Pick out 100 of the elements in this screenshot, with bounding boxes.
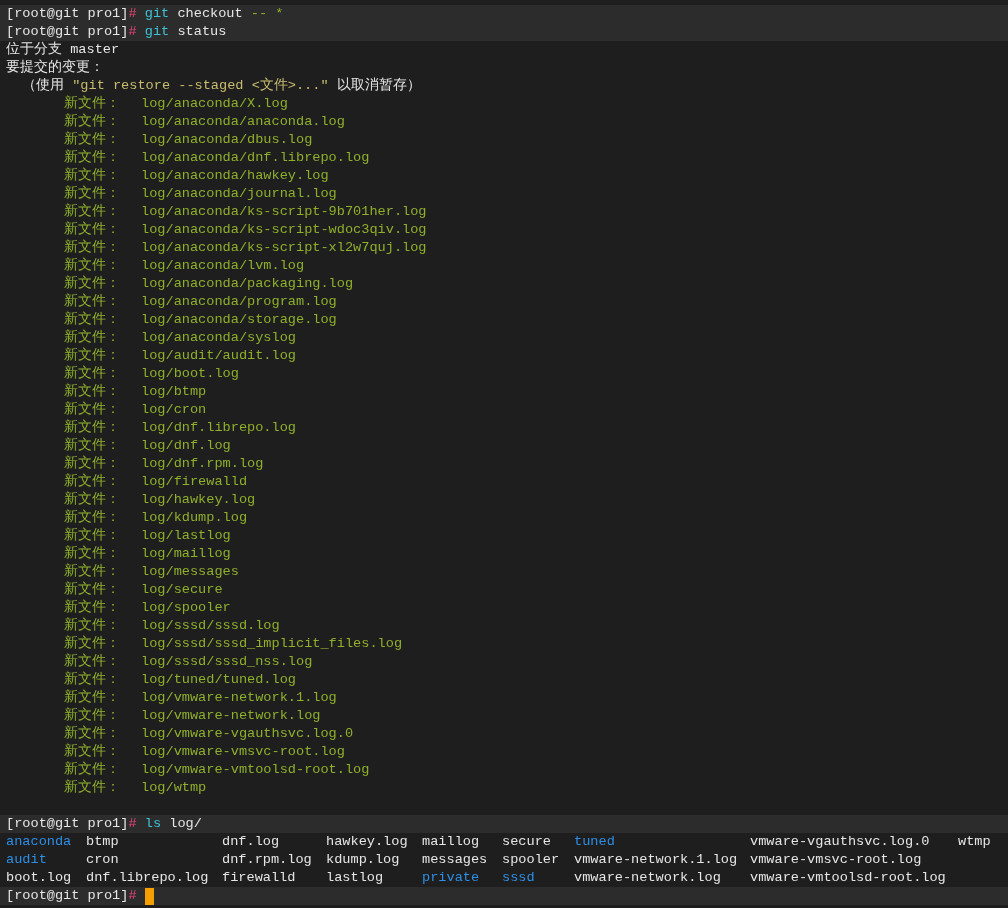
file-status-label: 新文件：	[64, 581, 121, 599]
file-path: log/audit/audit.log	[141, 347, 296, 365]
file-status-label: 新文件：	[64, 743, 121, 761]
file-status-label: 新文件：	[64, 401, 121, 419]
file-status-label: 新文件：	[64, 707, 121, 725]
directory-name: tuned	[574, 833, 615, 851]
file-name: dnf.librepo.log	[86, 869, 209, 887]
prompt-text: [root@git pro1]	[6, 5, 129, 23]
file-status-label: 新文件：	[64, 653, 121, 671]
file-status-label: 新文件：	[64, 527, 121, 545]
file-path: log/spooler	[141, 599, 231, 617]
file-name: maillog	[422, 833, 480, 851]
file-status-label: 新文件：	[64, 131, 121, 149]
file-status-label: 新文件：	[64, 617, 121, 635]
file-status-label: 新文件：	[64, 113, 121, 131]
file-path: log/anaconda/ks-script-xl2w7quj.log	[141, 239, 427, 257]
directory-name: audit	[6, 851, 47, 869]
prompt-symbol: #	[128, 5, 137, 23]
file-status-label: 新文件：	[64, 725, 121, 743]
command-argument: log/	[169, 815, 202, 833]
file-status-label: 新文件：	[64, 257, 121, 275]
file-name: messages	[422, 851, 488, 869]
file-path: log/vmware-network.log	[141, 707, 321, 725]
file-name: hawkey.log	[326, 833, 408, 851]
output-line: 要提交的变更：	[6, 59, 104, 77]
directory-name: anaconda	[6, 833, 72, 851]
file-status-label: 新文件：	[64, 437, 121, 455]
file-status-label: 新文件：	[64, 545, 121, 563]
file-path: log/vmware-vmsvc-root.log	[141, 743, 345, 761]
file-name: vmware-network.log	[574, 869, 721, 887]
file-path: log/anaconda/hawkey.log	[141, 167, 329, 185]
command-name: ls	[144, 815, 162, 833]
file-path: log/sssd/sssd.log	[141, 617, 280, 635]
command-argument: -- *	[250, 5, 284, 23]
file-name: spooler	[502, 851, 560, 869]
file-status-label: 新文件：	[64, 95, 121, 113]
file-name: dnf.rpm.log	[222, 851, 312, 869]
file-path: log/anaconda/program.log	[141, 293, 337, 311]
command-argument: status	[177, 23, 227, 41]
file-status-label: 新文件：	[64, 329, 121, 347]
file-path: log/vmware-vgauthsvc.log.0	[141, 725, 354, 743]
file-status-label: 新文件：	[64, 293, 121, 311]
file-path: log/messages	[141, 563, 239, 581]
prompt-symbol: #	[128, 887, 137, 905]
file-path: log/dnf.librepo.log	[141, 419, 296, 437]
file-path: log/anaconda/ks-script-wdoc3qiv.log	[141, 221, 427, 239]
file-path: log/anaconda/packaging.log	[141, 275, 354, 293]
command-argument: checkout	[177, 5, 243, 23]
hint-command: "git restore --staged <文件>..."	[72, 77, 329, 95]
file-status-label: 新文件：	[64, 167, 121, 185]
file-path: log/vmware-vmtoolsd-root.log	[141, 761, 370, 779]
file-status-label: 新文件：	[64, 203, 121, 221]
file-path: log/secure	[141, 581, 223, 599]
file-status-label: 新文件：	[64, 563, 121, 581]
file-path: log/maillog	[141, 545, 231, 563]
file-path: log/tuned/tuned.log	[141, 671, 296, 689]
file-name: kdump.log	[326, 851, 400, 869]
file-name: vmware-vmsvc-root.log	[750, 851, 922, 869]
file-name: vmware-vmtoolsd-root.log	[750, 869, 946, 887]
file-status-label: 新文件：	[64, 689, 121, 707]
file-status-label: 新文件：	[64, 779, 121, 797]
file-status-label: 新文件：	[64, 761, 121, 779]
file-status-label: 新文件：	[64, 599, 121, 617]
file-status-label: 新文件：	[64, 383, 121, 401]
file-name: boot.log	[6, 869, 72, 887]
file-path: log/boot.log	[141, 365, 239, 383]
file-path: log/anaconda/dnf.librepo.log	[141, 149, 370, 167]
file-status-label: 新文件：	[64, 149, 121, 167]
file-path: log/anaconda/X.log	[141, 95, 288, 113]
file-path: log/dnf.rpm.log	[141, 455, 264, 473]
prompt-symbol: #	[128, 23, 137, 41]
command-name: git	[144, 23, 170, 41]
file-path: log/sssd/sssd_nss.log	[141, 653, 313, 671]
file-name: cron	[86, 851, 119, 869]
file-name: dnf.log	[222, 833, 280, 851]
file-path: log/kdump.log	[141, 509, 248, 527]
file-path: log/anaconda/storage.log	[141, 311, 337, 329]
file-path: log/anaconda/dbus.log	[141, 131, 313, 149]
file-path: log/vmware-network.1.log	[141, 689, 337, 707]
prompt-symbol: #	[128, 815, 137, 833]
prompt-text: [root@git pro1]	[6, 23, 129, 41]
file-status-label: 新文件：	[64, 455, 121, 473]
file-name: btmp	[86, 833, 119, 851]
file-name: vmware-vgauthsvc.log.0	[750, 833, 930, 851]
file-path: log/cron	[141, 401, 207, 419]
file-name: lastlog	[326, 869, 384, 887]
directory-name: private	[422, 869, 480, 887]
file-status-label: 新文件：	[64, 311, 121, 329]
file-path: log/anaconda/lvm.log	[141, 257, 305, 275]
directory-name: sssd	[502, 869, 535, 887]
file-status-label: 新文件：	[64, 185, 121, 203]
prompt-text: [root@git pro1]	[6, 815, 129, 833]
file-status-label: 新文件：	[64, 347, 121, 365]
file-status-label: 新文件：	[64, 509, 121, 527]
file-name: wtmp	[958, 833, 991, 851]
file-status-label: 新文件：	[64, 419, 121, 437]
hint-text: （使用	[22, 77, 65, 95]
file-status-label: 新文件：	[64, 473, 121, 491]
file-status-label: 新文件：	[64, 491, 121, 509]
command-name: git	[144, 5, 170, 23]
